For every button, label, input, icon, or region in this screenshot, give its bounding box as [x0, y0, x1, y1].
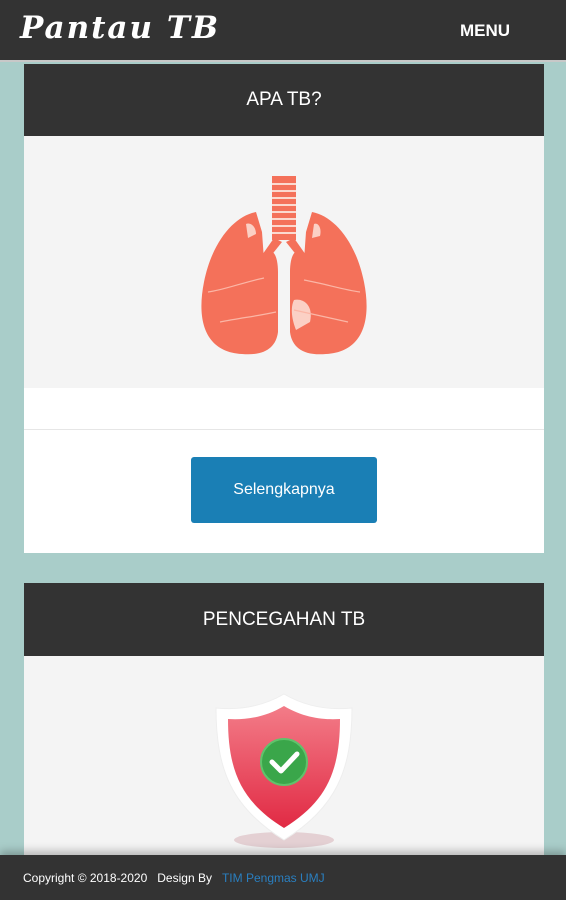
lungs-icon — [201, 176, 367, 355]
copyright-text: Copyright © 2018-2020 — [23, 870, 148, 885]
card-header: APA TB? — [24, 64, 544, 136]
card-actions: Selengkapnya — [24, 430, 544, 553]
card-image — [24, 136, 544, 388]
card-apa-tb: APA TB? Selengkapnya — [24, 64, 544, 553]
design-by-text: Design By — [157, 870, 212, 885]
card-pencegahan-tb: PENCEGAHAN TB — [24, 583, 544, 866]
team-link[interactable]: TIM Pengmas UMJ — [222, 871, 325, 885]
card-image — [24, 656, 544, 866]
shield-check-icon — [215, 693, 353, 848]
top-navbar: Pantau TB MENU — [0, 0, 566, 62]
page-footer: Copyright © 2018-2020 Design By TIM Peng… — [0, 855, 566, 900]
brand-logo[interactable]: Pantau TB — [20, 10, 220, 46]
card-title: APA TB? — [246, 89, 322, 110]
app-frame: Pantau TB MENU APA TB? Selengkapnya PENC… — [0, 0, 566, 900]
card-spacer — [24, 388, 544, 430]
selengkapnya-button[interactable]: Selengkapnya — [191, 457, 377, 523]
card-title: PENCEGAHAN TB — [202, 608, 366, 630]
menu-button[interactable]: MENU — [460, 21, 510, 41]
card-header: PENCEGAHAN TB — [24, 583, 544, 656]
